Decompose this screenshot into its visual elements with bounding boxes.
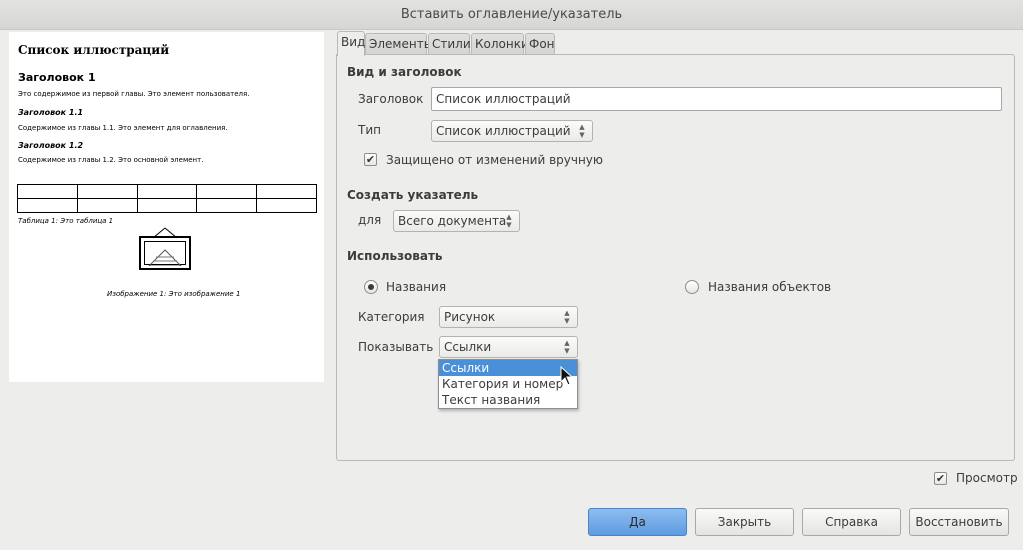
preview-heading-1-2: Заголовок 1.2: [18, 141, 84, 150]
title-input[interactable]: Список иллюстраций: [431, 87, 1002, 111]
for-label: для: [358, 213, 382, 227]
preview-heading-1-text: Это содержимое из первой главы. Это элем…: [18, 90, 250, 98]
category-combo-value: Рисунок: [444, 310, 496, 324]
preview-checkbox[interactable]: ✔: [934, 472, 947, 485]
captions-radio[interactable]: [364, 280, 378, 294]
category-combo[interactable]: Рисунок ▲ ▼: [439, 306, 578, 328]
tab-background[interactable]: Фон: [525, 33, 555, 55]
dropdown-option[interactable]: Текст названия: [439, 392, 577, 408]
type-combo-value: Список иллюстраций: [436, 124, 571, 138]
title-label: Заголовок: [358, 92, 424, 106]
use-header: Использовать: [347, 249, 443, 263]
preview-image-caption: Изображение 1: Это изображение 1: [107, 290, 241, 298]
preview-table: [17, 184, 317, 213]
type-title-header: Вид и заголовок: [347, 65, 462, 79]
help-button[interactable]: Справка: [802, 508, 901, 536]
close-button[interactable]: Закрыть: [695, 508, 794, 536]
window-title-bar: Вставить оглавление/указатель: [0, 0, 1023, 30]
protected-label: Защищено от изменений вручную: [386, 153, 604, 167]
tab-view[interactable]: Вид: [337, 31, 365, 56]
preview-heading-1-1: Заголовок 1.1: [18, 108, 84, 117]
create-index-header: Создать указатель: [347, 188, 479, 202]
type-label: Тип: [358, 123, 381, 137]
display-combo[interactable]: Ссылки ▲ ▼: [439, 336, 578, 358]
dropdown-option[interactable]: Ссылки: [439, 360, 577, 376]
spin-arrows-icon: ▲ ▼: [506, 213, 512, 229]
scope-combo[interactable]: Всего документа ▲ ▼: [393, 210, 520, 232]
reset-button[interactable]: Восстановить: [909, 508, 1009, 536]
spin-arrows-icon: ▲ ▼: [564, 339, 570, 355]
tab-columns[interactable]: Колонки: [471, 33, 529, 55]
preview-heading-1-2-text: Содержимое из главы 1.2. Это основной эл…: [18, 156, 204, 164]
tab-styles[interactable]: Стили: [428, 33, 471, 55]
dropdown-option[interactable]: Категория и номер: [439, 376, 577, 392]
spin-arrows-icon: ▲ ▼: [564, 309, 570, 325]
display-combo-value: Ссылки: [444, 340, 492, 354]
document-preview: Список иллюстраций Заголовок 1 Это содер…: [9, 32, 324, 382]
display-dropdown-list: Ссылки Категория и номер Текст названия: [438, 359, 578, 409]
window-title: Вставить оглавление/указатель: [400, 7, 623, 22]
preview-heading-1-1-text: Содержимое из главы 1.1. Это элемент для…: [18, 124, 228, 132]
spin-arrows-icon: ▲ ▼: [579, 123, 585, 139]
tab-entries[interactable]: Элементы: [365, 33, 433, 55]
display-label: Показывать: [358, 340, 434, 354]
object-names-radio[interactable]: [685, 280, 699, 294]
ok-button[interactable]: Да: [588, 508, 687, 536]
captions-label: Названия: [386, 280, 447, 294]
mouse-cursor-icon: [560, 366, 574, 386]
preview-table-caption: Таблица 1: Это таблица 1: [18, 217, 114, 225]
preview-picture-icon: [139, 227, 191, 270]
protected-checkbox[interactable]: ✔: [364, 153, 377, 166]
preview-heading-1: Заголовок 1: [18, 71, 96, 84]
object-names-label: Названия объектов: [708, 280, 832, 294]
type-combo[interactable]: Список иллюстраций ▲ ▼: [431, 120, 593, 142]
preview-title: Список иллюстраций: [18, 43, 170, 57]
scope-combo-value: Всего документа: [398, 214, 507, 228]
preview-label: Просмотр: [956, 471, 1018, 485]
category-label: Категория: [358, 310, 425, 324]
